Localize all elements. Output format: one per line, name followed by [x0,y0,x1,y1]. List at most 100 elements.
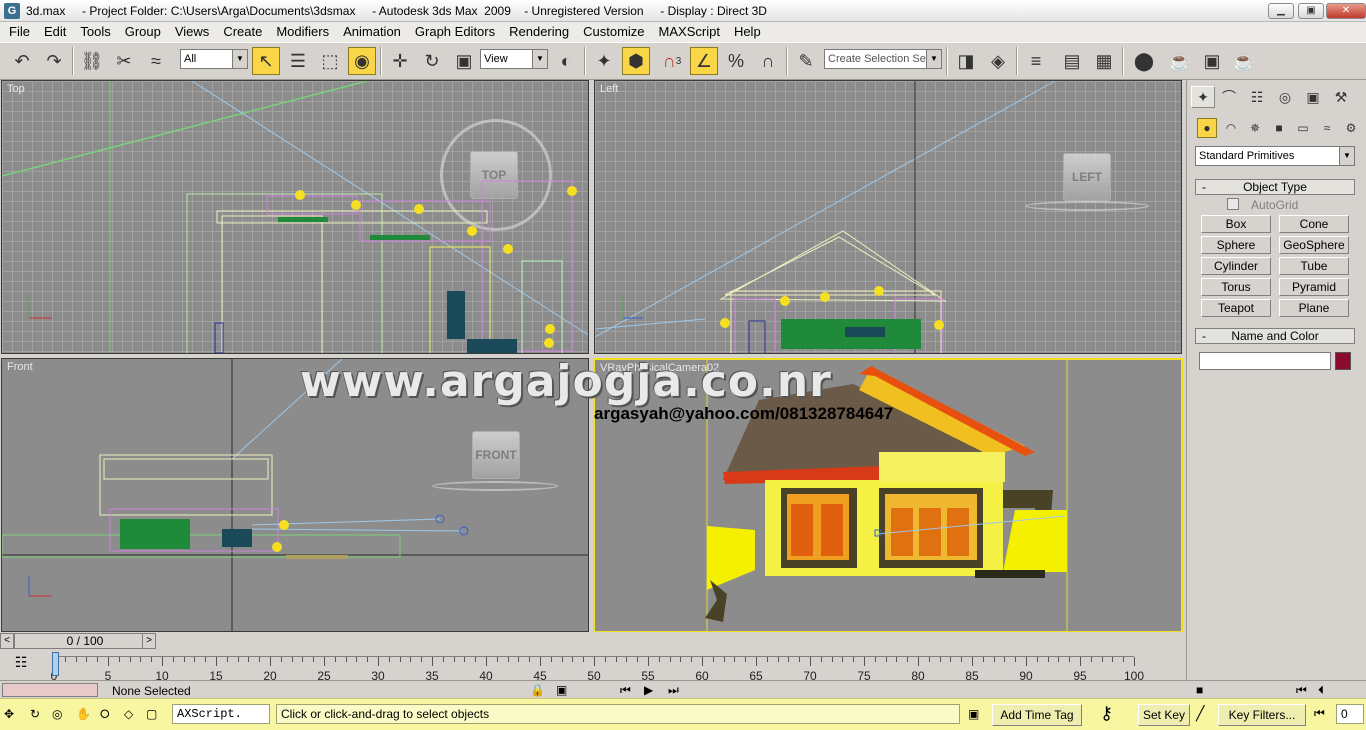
select-and-scale-icon[interactable]: ▣ [450,47,478,75]
name-and-color-rollout-header[interactable]: - Name and Color [1195,328,1355,344]
geometry-icon[interactable]: ● [1197,118,1217,138]
autogrid-checkbox[interactable] [1227,198,1239,210]
menu-graph-editors[interactable]: Graph Editors [408,22,502,42]
pan-view-icon[interactable]: ✋ [76,707,91,721]
menu-help[interactable]: Help [727,22,768,42]
object-name-input[interactable] [1199,352,1331,370]
rendered-frame-window-icon[interactable]: ▣ [1198,47,1226,75]
app-icon[interactable]: G [4,2,20,19]
absolute-mode-icon[interactable]: ▣ [556,683,567,697]
next-frame-icon[interactable]: ⏭ [668,683,679,698]
teapot-button[interactable]: Teapot [1201,299,1271,317]
display-tab-icon[interactable]: ▣ [1301,86,1325,108]
align-icon[interactable]: ◈ [984,47,1012,75]
orbit-icon[interactable]: ⭘ [100,707,110,722]
systems-icon[interactable]: ⚙ [1341,118,1361,138]
key-mode-icon[interactable]: ╱ [1196,705,1204,722]
box-button[interactable]: Box [1201,215,1271,233]
time-tag-icon[interactable]: ▣ [968,707,979,721]
cylinder-button[interactable]: Cylinder [1201,257,1271,275]
key-icon[interactable]: ⚷ [1100,703,1113,724]
hierarchy-tab-icon[interactable]: ☷ [1245,86,1269,108]
menu-create[interactable]: Create [216,22,269,42]
snaps-toggle-icon[interactable]: ∩ 3 [658,47,686,75]
play-icon[interactable]: ▶ [644,683,653,697]
menu-tools[interactable]: Tools [73,22,117,42]
go-to-start-icon[interactable]: ⏮ [620,683,631,698]
select-and-rotate-icon[interactable]: ↻ [418,47,446,75]
rotate-view-icon[interactable]: ↻ [30,707,40,721]
mirror-icon[interactable]: ◨ [952,47,980,75]
time-prev-button[interactable]: < [0,633,14,649]
layer-manager-icon[interactable]: ≡ [1022,47,1050,75]
material-editor-icon[interactable]: ⬤ [1130,47,1158,75]
menu-group[interactable]: Group [118,22,168,42]
minimize-button[interactable]: ▁ [1268,3,1294,19]
selection-filter-dropdown[interactable]: All ▼ [180,49,248,69]
viewport-top[interactable]: Top TOP [1,80,589,354]
add-time-tag-button[interactable]: Add Time Tag [992,704,1082,726]
schematic-view-icon[interactable]: ▦ [1090,47,1118,75]
reference-coordinate-dropdown[interactable]: View ▼ [480,49,548,69]
spinner-snap-icon[interactable]: ∩ [754,47,782,75]
time-slider[interactable]: < 0 / 100 > [0,632,1186,650]
maxscript-listener-mini[interactable] [2,683,98,697]
menu-edit[interactable]: Edit [37,22,73,42]
menu-modifiers[interactable]: Modifiers [269,22,336,42]
helpers-icon[interactable]: ▭ [1293,118,1313,138]
mini-curve-editor-icon[interactable]: ☷ [10,654,32,674]
current-frame-input[interactable]: 0 [1336,704,1364,724]
render-setup-icon[interactable]: ☕ [1166,47,1194,75]
primitive-category-dropdown[interactable]: Standard Primitives ▼ [1195,146,1355,166]
keyboard-shortcut-override-icon[interactable]: ⬢ [622,47,650,75]
cameras-icon[interactable]: ■ [1269,118,1289,138]
tube-button[interactable]: Tube [1279,257,1349,275]
select-object-icon[interactable]: ↖ [252,47,280,75]
curve-editor-icon[interactable]: ▤ [1058,47,1086,75]
close-button[interactable]: ✕ [1326,3,1366,19]
bind-space-warp-icon[interactable]: ≈ [142,47,170,75]
geosphere-button[interactable]: GeoSphere [1279,236,1349,254]
set-key-button[interactable]: Set Key [1138,704,1190,726]
plane-button[interactable]: Plane [1279,299,1349,317]
select-by-name-icon[interactable]: ☰ [284,47,312,75]
zoom-icon[interactable]: ◎ [52,707,62,721]
menu-views[interactable]: Views [168,22,216,42]
menu-file[interactable]: File [2,22,37,42]
selection-lock-icon[interactable]: ✥ [4,707,14,721]
use-pivot-center-icon[interactable]: ◐ [552,47,580,75]
space-warps-icon[interactable]: ≈ [1317,118,1337,138]
go-to-frame-icon[interactable]: ⏮ [1314,706,1325,721]
maxscript-mini-listener[interactable]: AXScript. [172,704,270,724]
motion-tab-icon[interactable]: ◎ [1273,86,1297,108]
key-filters-button[interactable]: Key Filters... [1218,704,1306,726]
unlink-icon[interactable]: ✂ [110,47,138,75]
menu-rendering[interactable]: Rendering [502,22,576,42]
pyramid-button[interactable]: Pyramid [1279,278,1349,296]
named-selection-set-dropdown[interactable]: Create Selection Set ▼ [824,49,942,69]
lock-selection-icon[interactable]: 🔒 [530,683,545,697]
shapes-icon[interactable]: ◠ [1221,118,1241,138]
redo-icon[interactable]: ↷ [40,47,68,75]
percent-snap-icon[interactable]: % [722,47,750,75]
select-and-link-icon[interactable]: ⛓ [78,47,106,75]
create-tab-icon[interactable]: ✦ [1191,86,1215,108]
window-crossing-icon[interactable]: ◉ [348,47,376,75]
cone-button[interactable]: Cone [1279,215,1349,233]
previous-frame-icon[interactable]: ⏴ [1318,683,1324,698]
rectangular-selection-icon[interactable]: ⬚ [316,47,344,75]
lights-icon[interactable]: ✵ [1245,118,1265,138]
modify-tab-icon[interactable]: ⌒ [1217,86,1241,108]
track-bar[interactable]: ☷ 0 5 10 15 20 25 30 35 40 45 50 55 60 65 70 75 80 85 90 95… [0,650,1186,683]
track-ruler[interactable]: 0 5 10 15 20 25 30 35 40 45 50 55 60 65 70 75 80 85 90 95 10… [51,656,1144,683]
maximize-button[interactable]: ▣ [1298,3,1324,19]
menu-maxscript[interactable]: MAXScript [652,22,727,42]
utilities-tab-icon[interactable]: ⚒ [1329,86,1353,108]
menu-customize[interactable]: Customize [576,22,651,42]
quick-render-icon[interactable]: ☕ [1230,47,1258,75]
torus-button[interactable]: Torus [1201,278,1271,296]
time-marker[interactable] [52,652,59,676]
first-frame-icon[interactable]: ⏮ [1296,683,1307,698]
viewport-left[interactable]: Left LEFT [594,80,1182,354]
time-next-button[interactable]: > [142,633,156,649]
